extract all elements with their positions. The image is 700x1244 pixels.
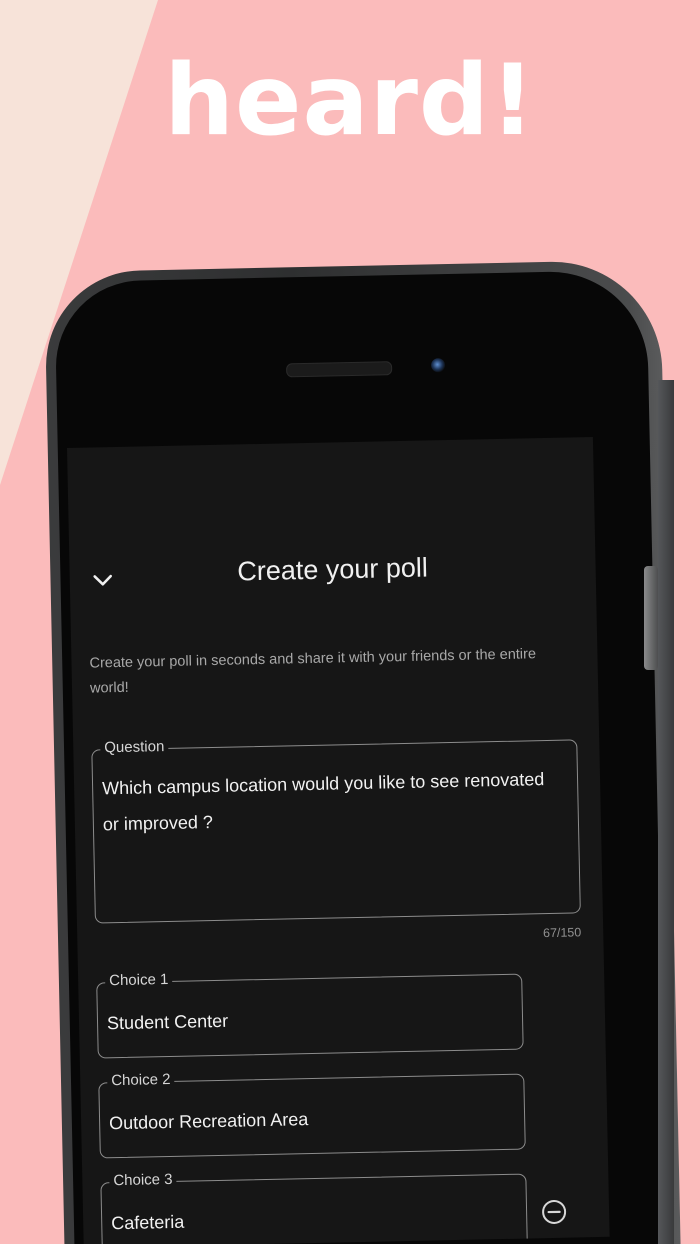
page-subtitle: Create your poll in seconds and share it… — [89, 646, 537, 697]
page-title: Create your poll — [236, 552, 429, 587]
choice-1-label: Choice 1 — [104, 970, 173, 990]
minus-circle-icon[interactable] — [541, 1199, 568, 1226]
headline: heard! — [164, 44, 536, 158]
question-label: Question — [100, 737, 169, 757]
choice-2-input[interactable]: Choice 2 Outdoor Recreation Area — [98, 1070, 526, 1159]
choice-1-value[interactable]: Student Center — [107, 997, 511, 1041]
front-camera-icon — [430, 358, 446, 373]
question-input[interactable]: Question Which campus location would you… — [91, 737, 581, 924]
phone-side-button — [644, 566, 658, 670]
choice-3-label: Choice 3 — [109, 1170, 177, 1190]
character-counter: 67/150 — [542, 925, 582, 941]
choice-3-value[interactable]: Cafeteria — [111, 1197, 515, 1241]
top-bar: Create your poll — [69, 549, 596, 600]
speaker-grille — [286, 361, 393, 378]
app-screen: Create your poll Create your poll in sec… — [67, 436, 610, 1244]
choice-2-label: Choice 2 — [107, 1070, 175, 1090]
question-value[interactable]: Which campus location would you like to … — [102, 761, 566, 843]
phone-side-edge — [658, 380, 674, 1244]
choice-1-input[interactable]: Choice 1 Student Center — [96, 970, 524, 1059]
choice-2-value[interactable]: Outdoor Recreation Area — [109, 1097, 513, 1141]
choice-3-input[interactable]: Choice 3 Cafeteria — [100, 1170, 528, 1244]
